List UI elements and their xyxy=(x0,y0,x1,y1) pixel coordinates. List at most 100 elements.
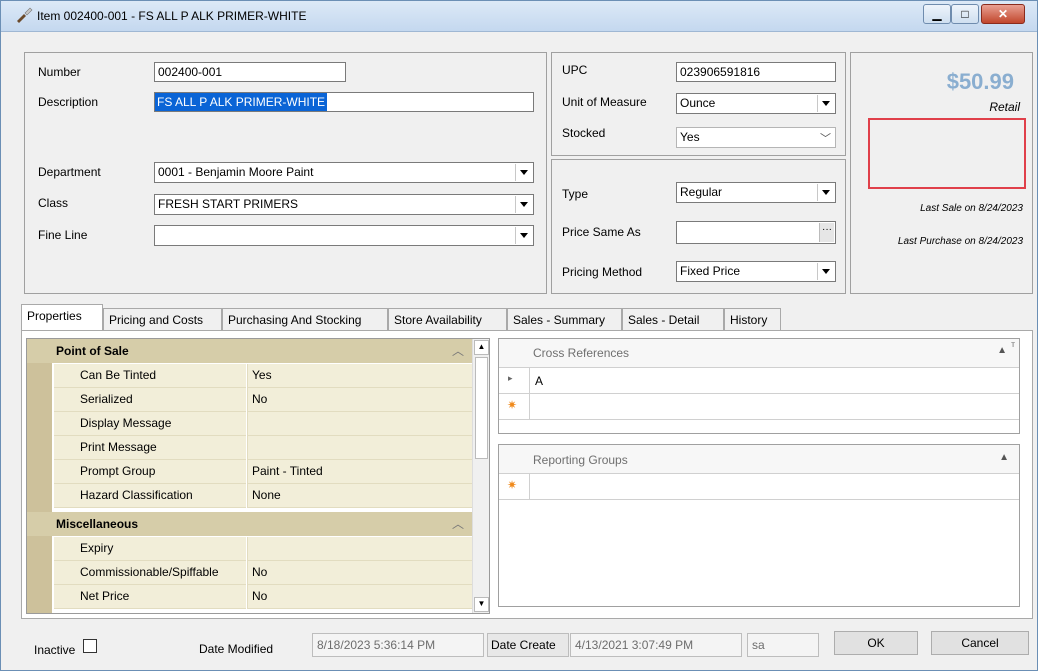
date-create-label: Date Create xyxy=(487,633,569,657)
new-row-icon: ✷ xyxy=(507,478,518,492)
property-row[interactable]: Serialized No xyxy=(27,388,472,412)
property-value[interactable]: Yes xyxy=(247,364,472,388)
ok-button[interactable]: OK xyxy=(834,631,918,655)
row-indicator-icon: ▸ xyxy=(508,373,513,383)
date-modified-field: 8/18/2023 5:36:14 PM xyxy=(312,633,484,657)
tab-sales-detail[interactable]: Sales - Detail xyxy=(622,308,724,330)
dropdown-arrow-icon[interactable] xyxy=(817,95,834,112)
uom-value: Ounce xyxy=(680,96,716,110)
pricing-method-value: Fixed Price xyxy=(680,264,741,278)
new-row-icon: ✷ xyxy=(507,398,518,412)
class-dropdown[interactable]: FRESH START PRIMERS xyxy=(154,194,534,215)
property-name: Can Be Tinted xyxy=(54,364,246,388)
property-row[interactable]: Print Message xyxy=(27,436,472,460)
property-value[interactable]: No xyxy=(247,561,472,585)
tab-properties[interactable]: Properties xyxy=(21,304,103,331)
property-value[interactable] xyxy=(247,412,472,436)
fine-line-dropdown[interactable] xyxy=(154,225,534,246)
retail-price: $50.99 xyxy=(946,69,1014,94)
stocked-value: Yes xyxy=(680,130,700,144)
grid-header: Reporting Groups ▲ xyxy=(499,445,1019,474)
price-same-as-label: Price Same As xyxy=(562,225,641,239)
property-name: Net Price xyxy=(54,585,246,609)
sort-icon[interactable]: ▲ xyxy=(997,345,1007,356)
category-label: Miscellaneous xyxy=(56,517,139,531)
type-dropdown[interactable]: Regular xyxy=(676,182,836,203)
property-name: Expiry xyxy=(54,537,246,561)
property-value[interactable]: No xyxy=(247,388,472,412)
upc-label: UPC xyxy=(562,63,588,77)
collapse-icon[interactable]: ︿ xyxy=(452,342,464,359)
cross-reference-cell[interactable]: A xyxy=(535,374,543,388)
property-value[interactable] xyxy=(247,436,472,460)
new-row[interactable]: ✷ xyxy=(499,474,1019,500)
property-row[interactable]: Expiry xyxy=(27,537,472,561)
pricing-type-panel: Type Regular Price Same As ··· Pricing M… xyxy=(551,159,846,294)
tab-sales-summary[interactable]: Sales - Summary xyxy=(507,308,622,330)
last-purchase-text: Last Purchase on 8/24/2023 xyxy=(897,236,1023,247)
item-info-panel: Number 002400-001 Description FS ALL P A… xyxy=(24,52,547,294)
upc-field[interactable]: 023906591816 xyxy=(676,62,836,82)
description-field[interactable]: FS ALL P ALK PRIMER-WHITE xyxy=(154,92,534,112)
cancel-button[interactable]: Cancel xyxy=(931,631,1029,655)
property-scrollbar[interactable]: ▲ ▼ xyxy=(472,339,489,613)
dropdown-arrow-icon[interactable] xyxy=(817,184,834,201)
dropdown-arrow-icon[interactable] xyxy=(515,164,532,181)
dropdown-arrow-icon[interactable] xyxy=(515,227,532,244)
property-value[interactable]: No xyxy=(247,585,472,609)
inactive-checkbox[interactable] xyxy=(83,639,97,653)
property-row[interactable]: Commissionable/Spiffable No xyxy=(27,561,472,585)
property-value[interactable] xyxy=(247,537,472,561)
property-name: Serialized xyxy=(54,388,246,412)
property-row[interactable]: Prompt Group Paint - Tinted xyxy=(27,460,472,484)
dropdown-arrow-icon[interactable] xyxy=(515,196,532,213)
chevron-down-icon[interactable]: ﹀ xyxy=(820,130,831,149)
description-label: Description xyxy=(38,95,99,109)
close-icon: ✕ xyxy=(997,7,1009,21)
property-row[interactable]: Hazard Classification None xyxy=(27,484,472,508)
tab-store-availability[interactable]: Store Availability xyxy=(388,308,507,330)
department-dropdown[interactable]: 0001 - Benjamin Moore Paint xyxy=(154,162,534,183)
pricing-method-dropdown[interactable]: Fixed Price xyxy=(676,261,836,282)
stocked-dropdown[interactable]: Yes ﹀ xyxy=(676,127,836,148)
number-field[interactable]: 002400-001 xyxy=(154,62,346,82)
reporting-groups-grid: Reporting Groups ▲ ✷ xyxy=(498,444,1020,607)
pricing-method-label: Pricing Method xyxy=(562,265,643,279)
property-grid: Point of Sale ︿ Can Be Tinted Yes Serial… xyxy=(26,338,490,614)
close-button[interactable]: ✕ xyxy=(981,4,1025,24)
property-row[interactable]: Can Be Tinted Yes xyxy=(27,364,472,388)
tab-pricing-and-costs[interactable]: Pricing and Costs xyxy=(103,308,222,330)
title-bar[interactable]: Item 002400-001 - FS ALL P ALK PRIMER-WH… xyxy=(1,1,1037,32)
property-row[interactable]: Display Message xyxy=(27,412,472,436)
user-field: sa xyxy=(747,633,819,657)
footer-bar: Inactive Date Modified 8/18/2023 5:36:14… xyxy=(1,626,1037,670)
number-label: Number xyxy=(38,65,81,79)
uom-dropdown[interactable]: Ounce xyxy=(676,93,836,114)
collapse-icon[interactable]: ︿ xyxy=(452,515,464,532)
upc-panel: UPC 023906591816 Unit of Measure Ounce S… xyxy=(551,52,846,156)
category-point-of-sale[interactable]: Point of Sale ︿ xyxy=(27,339,472,363)
property-row[interactable]: Net Price No xyxy=(27,585,472,609)
stocked-label: Stocked xyxy=(562,126,606,140)
table-row[interactable]: ▸ A xyxy=(499,368,1019,394)
price-same-as-field[interactable]: ··· xyxy=(676,221,836,244)
maximize-icon: □ xyxy=(961,7,969,21)
category-miscellaneous[interactable]: Miscellaneous ︿ xyxy=(27,512,472,536)
new-row[interactable]: ✷ xyxy=(499,394,1019,420)
property-value[interactable]: None xyxy=(247,484,472,508)
scroll-down-icon[interactable]: ▼ xyxy=(474,597,489,612)
type-value: Regular xyxy=(680,185,723,199)
filter-icon[interactable]: ᵀ xyxy=(1011,341,1015,351)
tab-history[interactable]: History xyxy=(724,308,781,330)
maximize-button[interactable]: □ xyxy=(951,4,979,24)
tab-purchasing-and-stocking[interactable]: Purchasing And Stocking xyxy=(222,308,388,330)
property-name: Commissionable/Spiffable xyxy=(54,561,246,585)
scroll-thumb[interactable] xyxy=(475,357,488,459)
ellipsis-button[interactable]: ··· xyxy=(819,223,834,242)
retail-caption: Retail xyxy=(989,100,1020,114)
dropdown-arrow-icon[interactable] xyxy=(817,263,834,280)
scroll-up-icon[interactable]: ▲ xyxy=(474,340,489,355)
sort-icon[interactable]: ▲ xyxy=(999,452,1009,463)
property-value[interactable]: Paint - Tinted xyxy=(247,460,472,484)
minimize-button[interactable]: ▁ xyxy=(923,4,951,24)
